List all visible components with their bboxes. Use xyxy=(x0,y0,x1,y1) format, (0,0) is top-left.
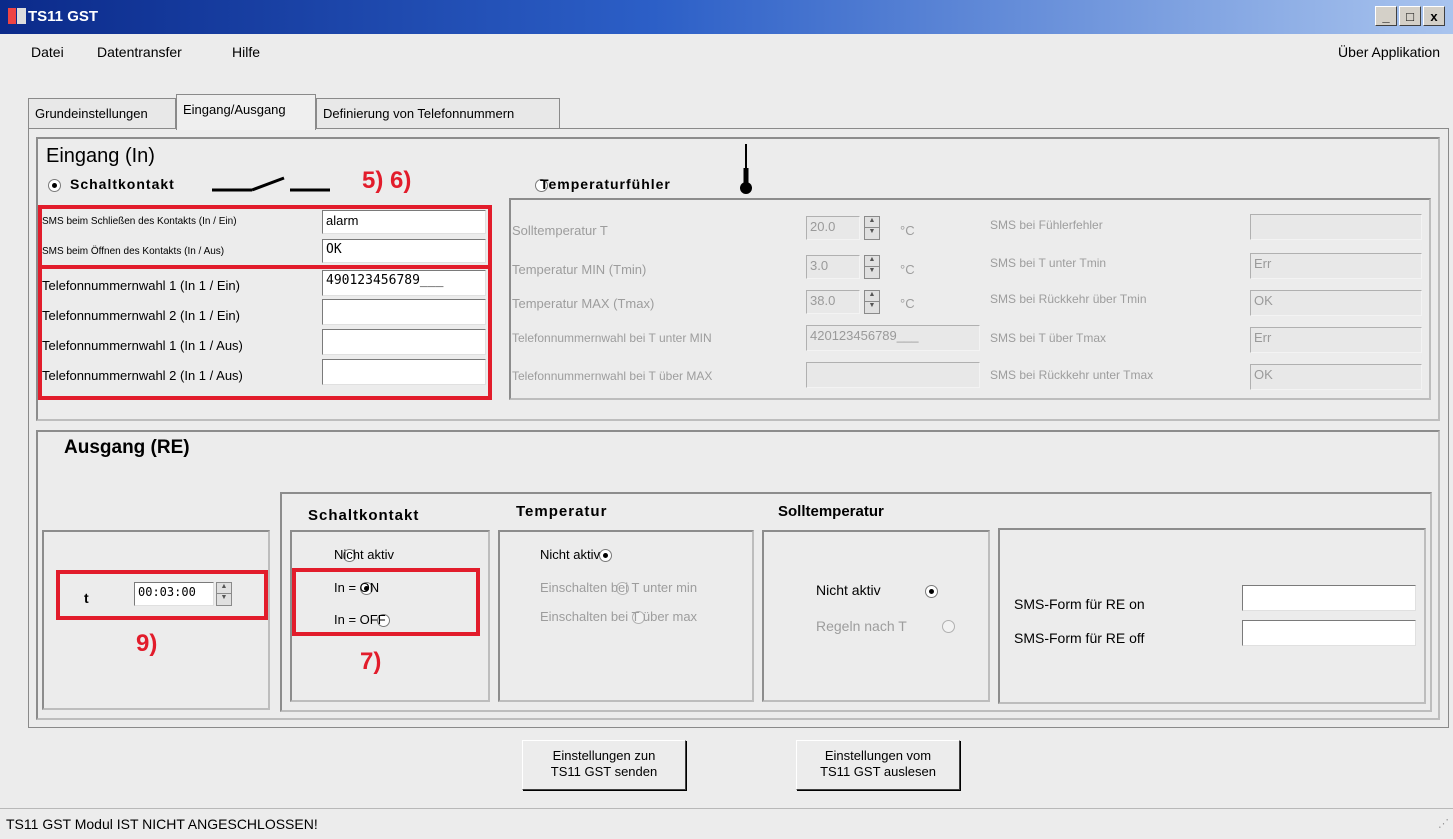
ausgang-heading: Ausgang (RE) xyxy=(64,437,190,458)
sms-off-input[interactable] xyxy=(1242,620,1416,646)
senden-line2: TS11 GST senden xyxy=(550,764,658,779)
min-unit: °C xyxy=(900,262,915,277)
soll-label-regeln: Regeln nach T xyxy=(816,618,907,634)
sms-fuehler-label: SMS bei Fühlerfehler xyxy=(990,218,1103,232)
sms-ueber-input[interactable]: Err xyxy=(1250,327,1422,353)
sms-rueck-max-input[interactable]: OK xyxy=(1250,364,1422,390)
schaltkontakt-label: Schaltkontakt xyxy=(70,176,175,192)
min-input[interactable]: 3.0 xyxy=(806,255,860,279)
tel-max-input[interactable] xyxy=(806,362,980,388)
max-unit: °C xyxy=(900,296,915,311)
tab-telefonnummern[interactable]: Definierung von Telefonnummern xyxy=(316,98,560,128)
max-input[interactable]: 38.0 xyxy=(806,290,860,314)
soll-spinner[interactable]: ▲ ▼ xyxy=(864,216,880,240)
sms-rueck-min-input[interactable]: OK xyxy=(1250,290,1422,316)
soll-group xyxy=(762,530,990,702)
soll-radio-regeln[interactable] xyxy=(941,620,955,634)
app-icon xyxy=(8,8,26,24)
sms-on-input[interactable] xyxy=(1242,585,1416,611)
max-label: Temperatur MAX (Tmax) xyxy=(512,296,655,311)
annotation-7: 7) xyxy=(360,648,382,675)
tel-min-label: Telefonnummernwahl bei T unter MIN xyxy=(512,331,712,345)
temp-title: Temperatur xyxy=(516,503,608,520)
min-label: Temperatur MIN (Tmin) xyxy=(512,262,647,277)
temperaturfuehler-label: Temperaturfühler xyxy=(540,176,671,192)
senden-line1: Einstellungen zun xyxy=(552,748,656,763)
thermometer-icon xyxy=(740,144,752,194)
highlight-sms-fields xyxy=(38,205,492,269)
annotation-9: 9) xyxy=(136,630,158,657)
window-title: TS11 GST xyxy=(28,8,99,25)
switch-contact-icon xyxy=(212,176,330,192)
soll-title: Solltemperatur xyxy=(778,503,884,520)
einstellungen-auslesen-button[interactable]: Einstellungen vom TS11 GST auslesen xyxy=(796,740,960,790)
highlight-telephone-fields xyxy=(38,265,492,400)
soll-label-nicht-aktiv: Nicht aktiv xyxy=(816,582,881,598)
min-spinner[interactable]: ▲ ▼ xyxy=(864,255,880,279)
auslesen-line2: TS11 GST auslesen xyxy=(820,764,936,779)
temp-label-ueber-max: Einschalten bei T über max xyxy=(540,609,698,624)
resize-grip-icon[interactable]: ⋰ xyxy=(1438,817,1449,830)
max-spinner[interactable]: ▲ ▼ xyxy=(864,290,880,314)
sms-unter-label: SMS bei T unter Tmin xyxy=(990,256,1107,270)
tel-min-input[interactable]: 420123456789___ xyxy=(806,325,980,351)
sk-label-nicht-aktiv: Nicht aktiv xyxy=(334,547,394,562)
temp-label-unter-min: Einschalten bei T unter min xyxy=(540,580,698,595)
soll-radio-nicht-aktiv[interactable] xyxy=(925,585,938,599)
status-bar: TS11 GST Modul IST NICHT ANGESCHLOSSEN! … xyxy=(0,808,1453,839)
temp-label-nicht-aktiv: Nicht aktiv xyxy=(540,547,600,562)
title-bar: TS11 GST _ □ x xyxy=(0,0,1453,34)
sms-fuehler-input[interactable] xyxy=(1250,214,1422,240)
sms-form-group xyxy=(998,528,1426,704)
sms-ueber-label: SMS bei T über Tmax xyxy=(990,331,1107,345)
tab-eingang-ausgang[interactable]: Eingang/Ausgang xyxy=(176,94,316,130)
maximize-button[interactable]: □ xyxy=(1399,6,1421,26)
eingang-heading: Eingang (In) xyxy=(46,145,155,167)
menu-datentransfer[interactable]: Datentransfer xyxy=(97,44,182,60)
sms-rueck-max-label: SMS bei Rückkehr unter Tmax xyxy=(990,368,1154,382)
sms-rueck-min-label: SMS bei Rückkehr über Tmin xyxy=(990,292,1147,306)
schaltkontakt-radio[interactable] xyxy=(48,179,61,193)
einstellungen-senden-button[interactable]: Einstellungen zun TS11 GST senden xyxy=(522,740,686,790)
tab-grundeinstellungen[interactable]: Grundeinstellungen xyxy=(28,98,176,128)
annotation-5-6: 5) 6) xyxy=(362,167,412,194)
menu-datei[interactable]: Datei xyxy=(31,44,64,60)
soll-input[interactable]: 20.0 xyxy=(806,216,860,240)
timer-group xyxy=(42,530,270,710)
auslesen-line1: Einstellungen vom xyxy=(824,748,932,763)
sms-on-label: SMS-Form für RE on xyxy=(1014,596,1145,612)
soll-unit: °C xyxy=(900,223,915,238)
highlight-timer xyxy=(56,570,268,620)
sms-off-label: SMS-Form für RE off xyxy=(1014,630,1145,646)
sk-title: Schaltkontakt xyxy=(308,507,420,524)
menu-bar: Datei Datentransfer Hilfe Über Applikati… xyxy=(0,34,1453,70)
minimize-button[interactable]: _ xyxy=(1375,6,1397,26)
menu-hilfe[interactable]: Hilfe xyxy=(232,44,260,60)
sms-unter-input[interactable]: Err xyxy=(1250,253,1422,279)
tel-max-label: Telefonnummernwahl bei T über MAX xyxy=(512,369,713,383)
highlight-schaltkontakt-options xyxy=(292,568,480,636)
close-button[interactable]: x xyxy=(1423,6,1445,26)
soll-label: Solltemperatur T xyxy=(512,223,608,238)
status-text: TS11 GST Modul IST NICHT ANGESCHLOSSEN! xyxy=(6,816,318,832)
menu-ueber-applikation[interactable]: Über Applikation xyxy=(1338,44,1440,60)
